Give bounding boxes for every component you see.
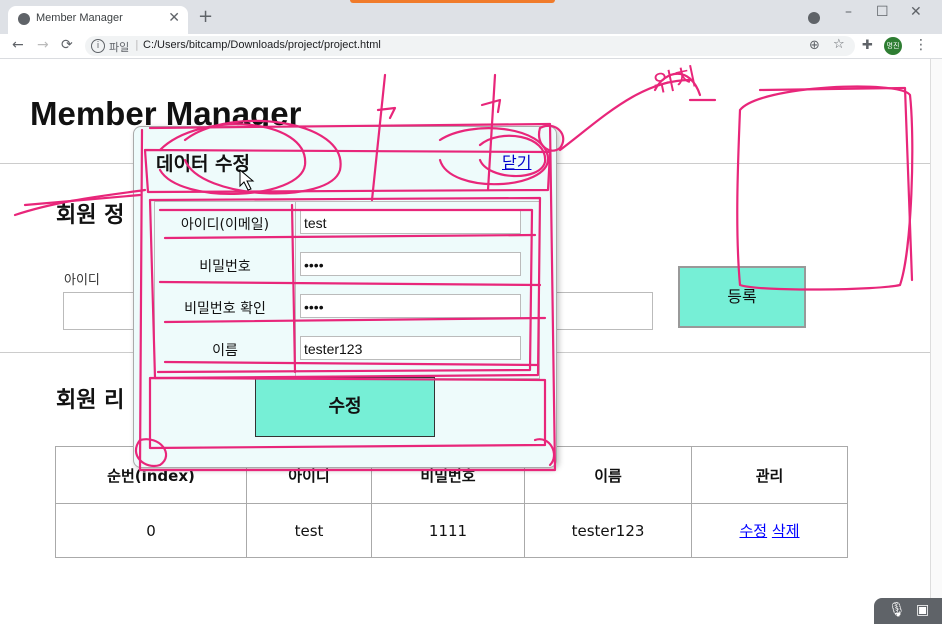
id-label: 아이디 xyxy=(64,273,100,288)
globe-icon xyxy=(18,13,30,25)
cell-manage: 수정 삭제 xyxy=(691,503,848,558)
register-button[interactable]: 등록 xyxy=(678,266,806,328)
field-label-password: 비밀번호 xyxy=(199,259,251,275)
field-input-name[interactable]: tester123 xyxy=(300,336,521,360)
tab-close-icon[interactable]: ✕ xyxy=(168,10,180,26)
edit-link[interactable]: 수정 xyxy=(740,522,768,540)
browser-tab[interactable]: Member Manager ✕ xyxy=(8,6,188,34)
forward-button[interactable]: → xyxy=(37,37,49,53)
star-icon[interactable]: ☆ xyxy=(833,37,845,52)
cell-password: 1111 xyxy=(371,503,525,558)
meeting-controls-bar: 🎙 ▣ xyxy=(874,598,942,624)
table-row: 0 test 1111 tester123 수정 삭제 xyxy=(55,503,848,558)
form-row-password: 비밀번호 •••• xyxy=(155,244,539,286)
side-panel-strip xyxy=(930,59,942,624)
form-row-id: 아이디(이메일) test xyxy=(155,202,539,244)
address-separator: | xyxy=(135,38,139,51)
back-button[interactable]: ← xyxy=(12,37,24,53)
list-heading: 회원 리 xyxy=(56,388,125,413)
edit-form: 아이디(이메일) test 비밀번호 •••• 비밀번호 확인 •••• 이름 … xyxy=(154,201,540,379)
mic-muted-icon[interactable]: 🎙 xyxy=(888,602,906,618)
camera-off-icon[interactable]: ▣ xyxy=(916,602,929,618)
form-row-name: 이름 tester123 xyxy=(155,328,539,370)
cell-index: 0 xyxy=(55,503,247,558)
zoom-icon[interactable]: ⊕ xyxy=(809,38,820,53)
cell-name: tester123 xyxy=(524,503,692,558)
modal-close-link[interactable]: 닫기 xyxy=(502,149,531,173)
register-heading: 회원 정 xyxy=(56,203,125,228)
address-prefix: 파일 xyxy=(109,41,130,54)
field-input-password-confirm[interactable]: •••• xyxy=(300,294,521,318)
window-close-button[interactable]: ✕ xyxy=(910,4,922,20)
field-input-id[interactable]: test xyxy=(300,210,521,234)
extensions-icon[interactable]: ✚ xyxy=(862,38,873,53)
col-manage-header: 관리 xyxy=(691,446,848,504)
recording-indicator xyxy=(350,0,555,3)
url-text[interactable]: C:/Users/bitcamp/Downloads/project/proje… xyxy=(143,39,381,51)
maximize-button[interactable]: ☐ xyxy=(876,4,889,20)
delete-link[interactable]: 삭제 xyxy=(772,522,800,540)
browser-tab-strip: Member Manager ✕ + – ☐ ✕ xyxy=(0,0,942,34)
address-bar[interactable]: i 파일 | C:/Users/bitcamp/Downloads/projec… xyxy=(85,36,855,56)
menu-icon[interactable]: ⋮ xyxy=(914,37,928,53)
cell-id: test xyxy=(246,503,372,558)
info-icon[interactable]: i xyxy=(91,39,105,53)
media-icon[interactable] xyxy=(808,12,820,24)
field-input-password[interactable]: •••• xyxy=(300,252,521,276)
form-row-password-confirm: 비밀번호 확인 •••• xyxy=(155,286,539,328)
field-label-password-confirm: 비밀번호 확인 xyxy=(184,301,266,317)
avatar[interactable]: 명진 xyxy=(884,37,902,55)
field-label-id: 아이디(이메일) xyxy=(180,217,270,233)
reload-button[interactable]: ⟳ xyxy=(61,37,73,53)
minimize-button[interactable]: – xyxy=(845,4,852,20)
edit-modal: 데이터 수정 닫기 아이디(이메일) test 비밀번호 •••• 비밀번호 확… xyxy=(133,126,557,468)
browser-toolbar: ← → ⟳ i 파일 | C:/Users/bitcamp/Downloads/… xyxy=(0,34,942,59)
tab-title: Member Manager xyxy=(36,12,123,24)
field-label-name: 이름 xyxy=(212,343,238,359)
modal-submit-button[interactable]: 수정 xyxy=(255,377,435,437)
new-tab-button[interactable]: + xyxy=(198,6,213,27)
modal-title: 데이터 수정 xyxy=(156,153,251,175)
